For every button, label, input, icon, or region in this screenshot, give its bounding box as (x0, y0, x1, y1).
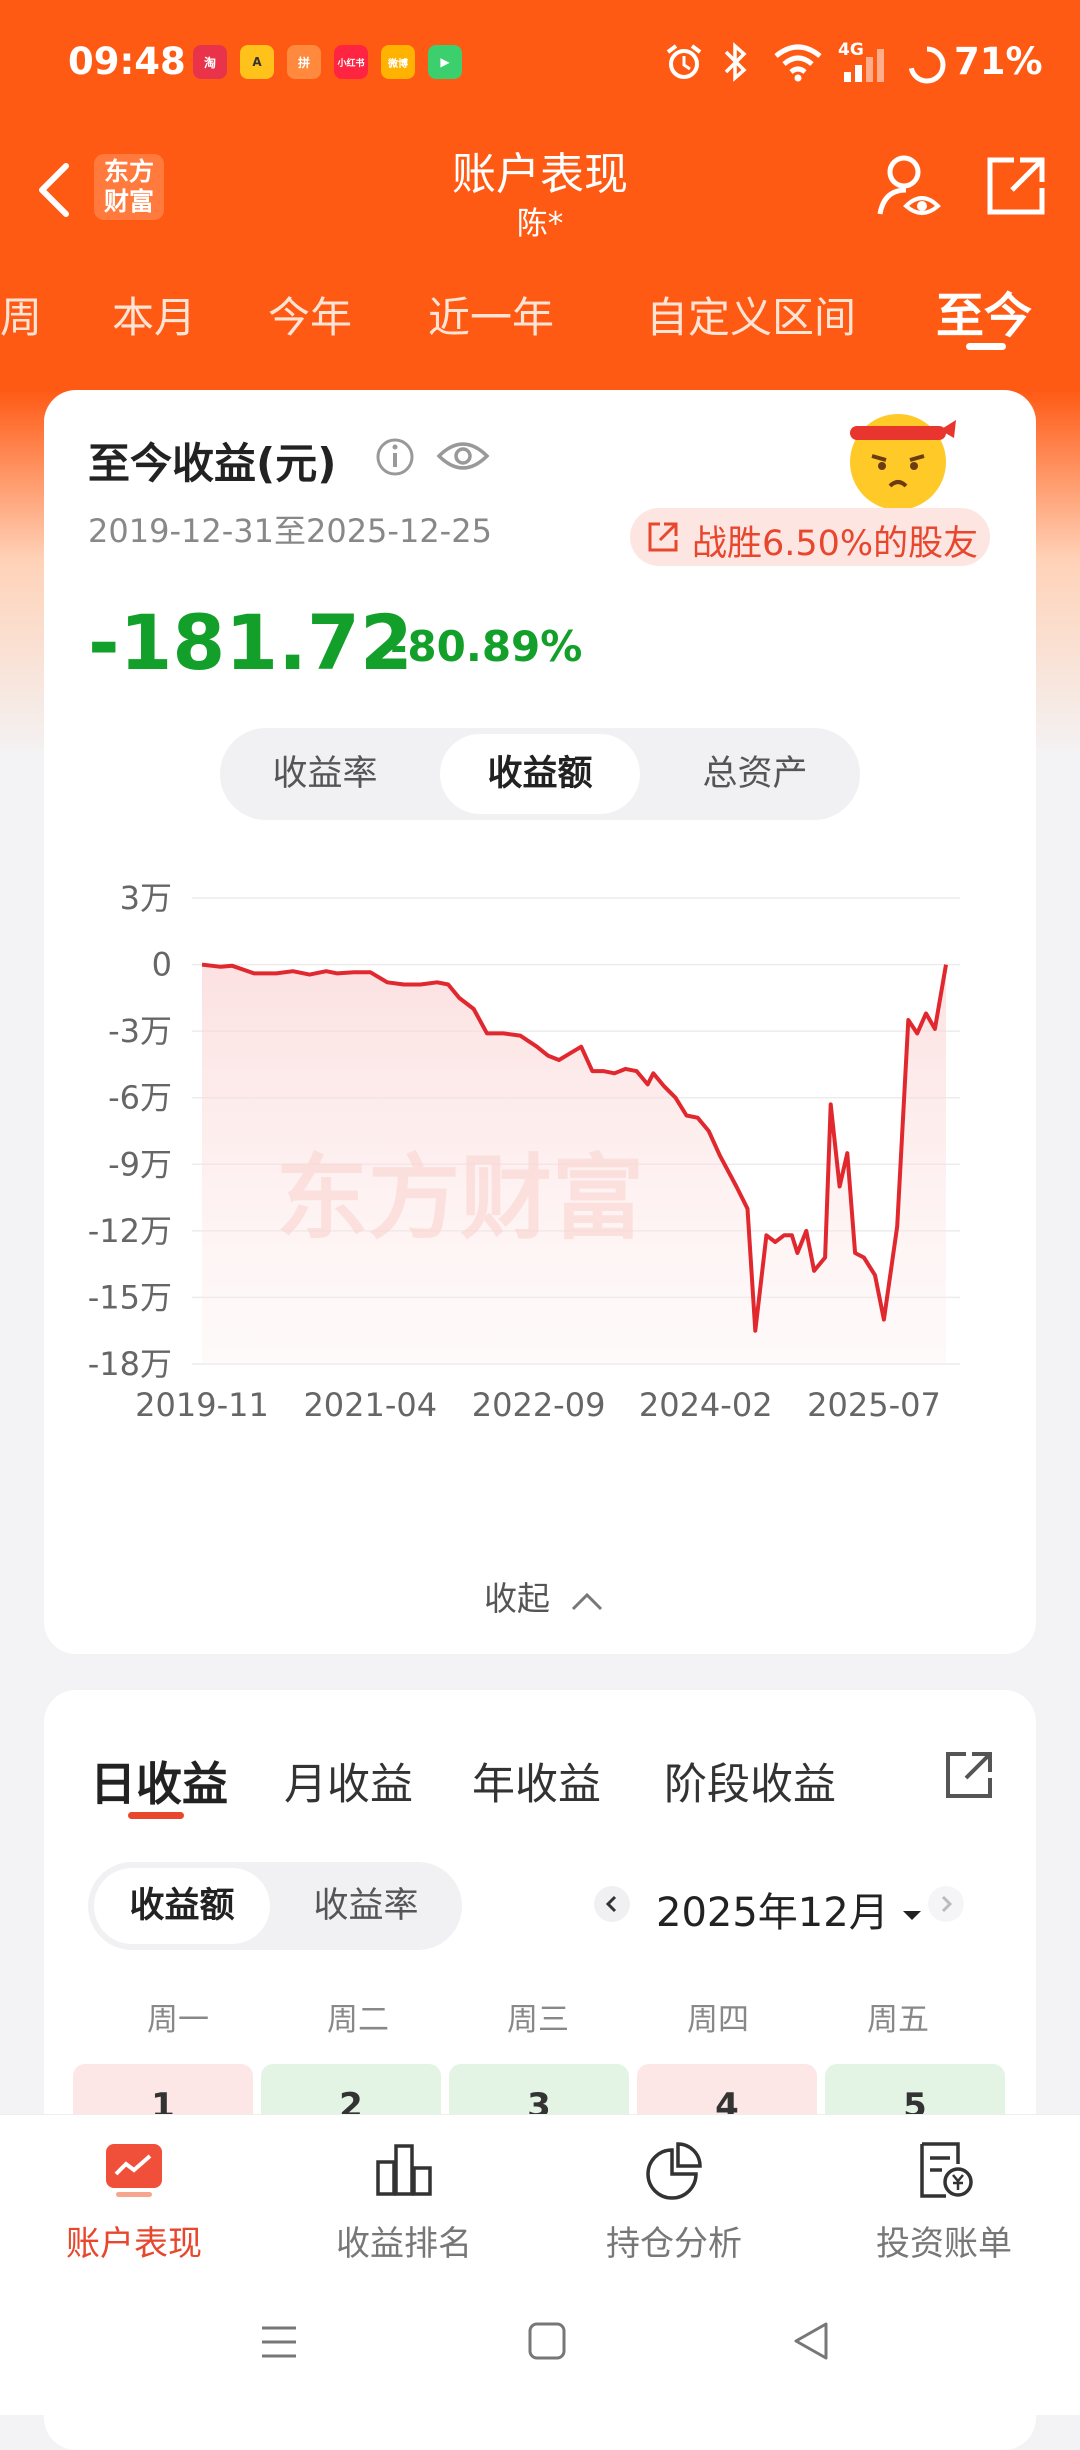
system-back-icon[interactable] (790, 2320, 832, 2362)
weekday-mon: 周一 (147, 2002, 209, 2038)
collapse-chart-button[interactable]: 收起 (484, 1572, 605, 1620)
info-icon[interactable] (374, 436, 416, 478)
return-chart: 东方财富 3万0-3万-6万-9万-12万-15万-18万 2019-11202… (88, 879, 960, 1424)
toggle-daily-rate[interactable]: 收益率 (276, 1868, 456, 1944)
nav-holdings-analysis[interactable]: 持仓分析 (564, 2140, 784, 2265)
nav-investment-bill[interactable]: 投资账单 (834, 2140, 1054, 2265)
weekday-fri: 周五 (867, 2002, 929, 2038)
weibo-app-icon: 微博 (381, 45, 415, 79)
y-tick-label: -9万 (108, 1145, 172, 1183)
tab-period-returns[interactable]: 阶段收益 (664, 1750, 836, 1812)
x-tick-label: 2022-09 (472, 1386, 606, 1424)
beat-text: 战胜6.50%的股友 (692, 524, 979, 564)
x-tick-label: 2019-11 (135, 1386, 269, 1424)
alarm-icon (666, 44, 702, 79)
taobao-app-icon: 淘 (193, 45, 227, 79)
x-tick-label: 2021-04 (303, 1386, 437, 1424)
nav-label-holdings-analysis: 持仓分析 (606, 2224, 742, 2264)
tab-monthly-returns[interactable]: 月收益 (284, 1750, 413, 1812)
nav-account-performance[interactable]: 账户表现 (24, 2140, 244, 2265)
active-tab-indicator (966, 343, 1006, 350)
system-home-icon[interactable] (526, 2320, 568, 2362)
mascot-emoji-icon (850, 414, 956, 510)
tab-since-inception[interactable]: 至今 (936, 276, 1032, 346)
next-month-button[interactable] (928, 1886, 964, 1922)
toggle-daily-amount[interactable]: 收益额 (94, 1868, 270, 1944)
eye-icon[interactable] (436, 432, 490, 480)
x-tick-label: 2025-07 (807, 1386, 941, 1424)
account-performance-icon (106, 2144, 162, 2197)
total-return-percent: -80.89% (390, 622, 583, 671)
y-tick-label: 3万 (120, 879, 172, 917)
tab-this-year[interactable]: 今年 (268, 284, 352, 345)
daily-metric-toggle: 收益额 收益率 (88, 1862, 462, 1950)
collapse-label: 收起 (484, 1579, 550, 1618)
toggle-total-assets[interactable]: 总资产 (650, 734, 860, 814)
tab-week[interactable]: 周 (0, 284, 42, 345)
y-tick-label: -18万 (88, 1345, 172, 1383)
wifi-icon (774, 44, 822, 82)
x-tick-label: 2024-02 (639, 1386, 773, 1424)
toggle-return-amount[interactable]: 收益额 (440, 734, 640, 814)
xiaohongshu-app-icon: 小红书 (334, 45, 368, 79)
daily-tab-indicator (128, 1812, 184, 1819)
selected-month: 2025年12月 (656, 1890, 889, 1936)
export-icon[interactable] (942, 1748, 996, 1802)
weekday-thu: 周四 (687, 2002, 749, 2038)
summary-label: 至今收益(元) (88, 439, 337, 488)
toggle-return-rate[interactable]: 收益率 (220, 734, 430, 814)
caret-down-icon (903, 1911, 922, 1920)
nav-label-account-performance: 账户表现 (66, 2224, 202, 2264)
date-range: 2019-12-31至2025-12-25 (88, 512, 492, 550)
share-small-icon (648, 522, 678, 552)
bluetooth-icon (724, 42, 747, 82)
chevron-left-icon (605, 1895, 617, 1913)
y-tick-label: -15万 (88, 1278, 172, 1316)
ranking-bar-icon (376, 2144, 432, 2196)
tab-yearly-returns[interactable]: 年收益 (472, 1750, 601, 1812)
pie-chart-icon (646, 2142, 702, 2200)
chevron-right-icon (941, 1895, 953, 1913)
beat-badge[interactable]: 战胜6.50%的股友 (630, 508, 990, 566)
weekday-tue: 周二 (327, 2002, 389, 2038)
total-return-amount: -181.72 (88, 598, 413, 687)
y-tick-label: -3万 (108, 1012, 172, 1050)
system-menu-icon[interactable] (258, 2322, 300, 2362)
y-tick-label: -6万 (108, 1079, 172, 1117)
chart-metric-toggle: 收益率 收益额 总资产 (220, 728, 860, 820)
nav-label-return-ranking: 收益排名 (336, 2224, 472, 2264)
tab-past-year[interactable]: 近一年 (428, 284, 554, 345)
month-selector[interactable]: 2025年12月 (656, 1880, 923, 1938)
chart-area-fill (202, 964, 946, 1364)
signal-icon (844, 49, 884, 82)
nav-return-ranking[interactable]: 收益排名 (294, 2140, 514, 2265)
user-privacy-icon[interactable] (876, 152, 942, 222)
nav-label-investment-bill: 投资账单 (876, 2224, 1012, 2264)
battery-ring-icon (908, 46, 946, 84)
status-time: 09:48 (68, 40, 186, 83)
notification-app-icon: A (240, 45, 274, 79)
battery-percent: 71% (954, 40, 1043, 83)
share-icon[interactable] (984, 154, 1048, 218)
video-app-icon: ▶ (428, 45, 462, 79)
tab-daily-returns[interactable]: 日收益 (90, 1748, 228, 1814)
y-tick-label: -12万 (88, 1212, 172, 1250)
tab-this-month[interactable]: 本月 (112, 284, 196, 345)
pinduoduo-app-icon: 拼 (287, 45, 321, 79)
y-tick-label: 0 (152, 946, 172, 984)
bill-icon (920, 2142, 973, 2198)
chevron-up-icon (571, 1592, 602, 1610)
prev-month-button[interactable] (594, 1886, 630, 1922)
weekday-wed: 周三 (507, 2002, 569, 2038)
tab-custom-range[interactable]: 自定义区间 (646, 284, 856, 345)
